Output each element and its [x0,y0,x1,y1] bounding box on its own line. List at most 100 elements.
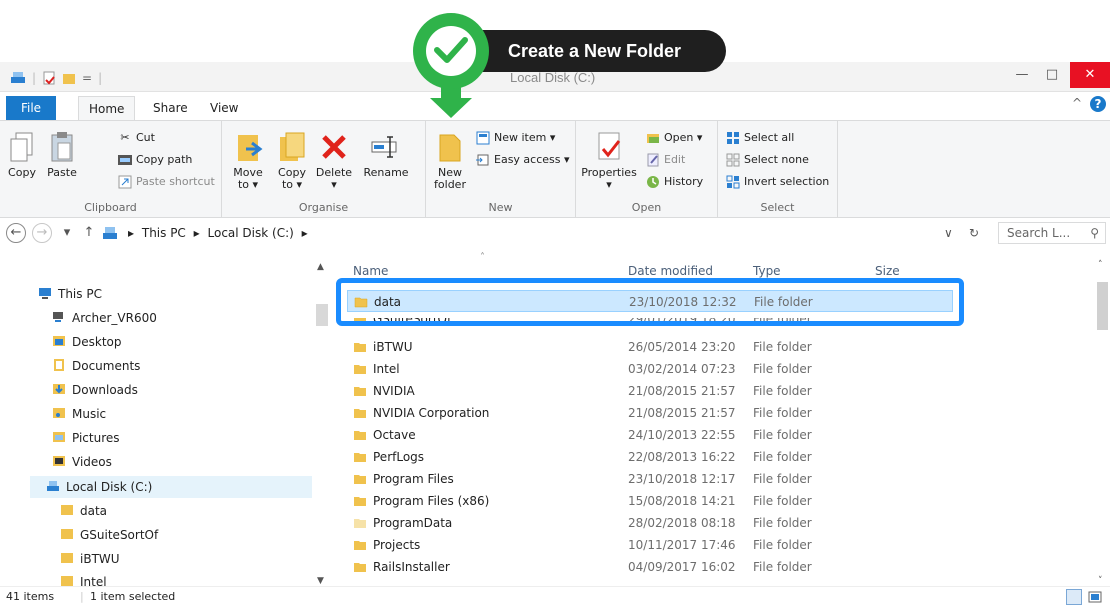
navigation-pane: This PC Archer_VR600 Desktop Documents D… [0,250,330,586]
folder-icon [354,431,366,440]
move-to-button[interactable]: Move to ▾ [228,131,268,191]
table-row[interactable]: iBTWU 26/05/2014 23:20 File folder [335,336,1095,358]
table-row[interactable]: Program Files 23/10/2018 12:17 File folder [335,468,1095,490]
file-list-scroll-thumb[interactable] [1097,282,1108,330]
nav-item-documents[interactable]: Documents [52,355,140,377]
nav-label: Intel [80,575,107,586]
nav-item-gsuitesortof[interactable]: GSuiteSortOf [60,524,158,546]
paste-icon [51,132,73,162]
delete-x-icon [322,135,346,159]
edit-button[interactable]: Edit [646,151,685,169]
table-row[interactable]: NVIDIA 21/08/2015 21:57 File folder [335,380,1095,402]
large-icons-view-icon[interactable] [1088,590,1102,604]
tab-home[interactable]: Home [78,96,136,120]
properties-button[interactable]: Properties ▾ [580,131,638,191]
cut-button[interactable]: ✂ Cut [118,129,155,147]
select-all-button[interactable]: Select all [726,129,794,147]
properties-icon[interactable] [42,71,56,85]
new-item-button[interactable]: New item ▾ [476,129,555,147]
history-button[interactable]: History [646,173,703,191]
rename-button[interactable]: Rename [362,131,410,179]
scroll-down-icon[interactable]: ▼ [317,576,324,586]
tab-file[interactable]: File [6,96,56,120]
table-row[interactable]: NVIDIA Corporation 21/08/2015 21:57 File f… [335,402,1095,424]
open-button[interactable]: Open ▾ [646,129,702,147]
minimize-button[interactable]: — [1008,62,1036,88]
computer-icon [39,288,51,299]
group-select: Select all Select none Invert selection … [718,121,838,217]
nav-item-data[interactable]: data [60,500,107,522]
table-row[interactable]: Intel 03/02/2014 07:23 File folder [335,358,1095,380]
folder-icon [354,519,366,528]
nav-item-downloads[interactable]: Downloads [52,379,138,401]
table-row[interactable]: GSuiteSortOf 29/01/2019 18:20 File folde… [335,318,1095,328]
new-folder-button[interactable]: New folder [430,131,470,191]
delete-button[interactable]: Delete ▾ [314,131,354,191]
tab-share[interactable]: Share [143,96,198,120]
maximize-button[interactable]: □ [1038,62,1066,88]
nav-item-intel[interactable]: Intel [60,571,107,586]
drive-icon[interactable] [10,71,26,85]
table-row[interactable]: Program Files (x86) 15/08/2018 14:21 File … [335,490,1095,512]
up-arrow-icon[interactable]: ↑ [82,223,96,243]
folder-icon [61,576,73,586]
nav-item-ibtwu[interactable]: iBTWU [60,548,120,570]
folder-icon [354,409,366,418]
nav-item-archer[interactable]: Archer_VR600 [52,307,157,329]
address-bar[interactable]: ▸ This PC ▸ Local Disk (C:) ▸ [128,222,958,244]
collapse-ribbon-icon[interactable]: ^ [1072,96,1082,110]
column-header-size[interactable]: Size [875,264,900,278]
table-row[interactable]: Projects 10/11/2017 17:46 File folder [335,534,1095,556]
properties-caret: ▾ [606,178,612,191]
scroll-down-icon[interactable]: ˅ [1098,576,1103,586]
breadcrumb-this-pc[interactable]: This PC [142,226,186,240]
nav-item-this-pc[interactable]: This PC [38,283,102,305]
paste-shortcut-button[interactable]: Paste shortcut [118,173,215,191]
recent-locations-icon[interactable]: ▾ [60,223,74,243]
scroll-up-icon[interactable]: ˄ [1098,260,1103,270]
invert-selection-button[interactable]: Invert selection [726,173,829,191]
table-row[interactable]: data 23/10/2018 12:32 File folder [347,290,953,312]
table-row[interactable]: PerfLogs 22/08/2013 16:22 File folder [335,446,1095,468]
column-header-date[interactable]: Date modified [628,264,713,278]
new-folder-icon[interactable] [62,71,76,85]
nav-item-local-disk[interactable]: Local Disk (C:) [30,476,312,498]
nav-item-desktop[interactable]: Desktop [52,331,122,353]
videos-icon [53,456,65,466]
close-button[interactable]: ✕ [1070,62,1110,88]
address-dropdown-icon[interactable]: ∨ [944,222,953,244]
nav-scrollbar[interactable]: ▲ ▼ [314,262,330,586]
file-type: File folder [753,450,812,464]
separator: | [98,71,103,85]
select-all-label: Select all [744,131,795,144]
scroll-up-icon[interactable]: ▲ [317,262,324,272]
file-name: NVIDIA Corporation [373,406,490,420]
refresh-icon[interactable]: ↻ [964,222,984,244]
table-row[interactable]: Octave 24/10/2013 22:55 File folder [335,424,1095,446]
help-icon[interactable]: ? [1090,96,1106,112]
file-list: ˄ Name Date modified Type Size data 23/1… [335,250,1095,586]
copy-path-button[interactable]: Copy path [118,151,192,169]
back-button[interactable]: ← [6,223,26,243]
easy-access-button[interactable]: Easy access ▾ [476,151,570,169]
search-input[interactable]: Search L... ⚲ [998,222,1106,244]
customize-caret-icon[interactable]: = [82,71,92,85]
nav-scroll-thumb[interactable] [316,304,328,326]
select-none-button[interactable]: Select none [726,151,809,169]
details-view-icon[interactable] [1066,589,1082,605]
tab-view[interactable]: View [200,96,248,120]
column-header-type[interactable]: Type [753,264,781,278]
table-row[interactable]: ProgramData 28/02/2018 08:18 File folder [335,512,1095,534]
table-row[interactable]: RailsInstaller 04/09/2017 16:02 File folde… [335,556,1095,578]
nav-item-pictures[interactable]: Pictures [52,427,120,449]
copy-to-button[interactable]: Copy to ▾ [272,131,312,191]
nav-item-music[interactable]: Music [52,403,106,425]
forward-button[interactable]: → [32,223,52,243]
breadcrumb-local-disk[interactable]: Local Disk (C:) [208,226,294,240]
network-computer-icon [53,312,63,322]
file-list-scrollbar[interactable]: ˄ ˅ [1095,252,1110,586]
nav-item-videos[interactable]: Videos [52,451,112,473]
copy-button[interactable]: Copy [4,131,40,179]
column-header-name[interactable]: Name [353,264,388,278]
paste-button[interactable]: Paste [44,131,80,179]
